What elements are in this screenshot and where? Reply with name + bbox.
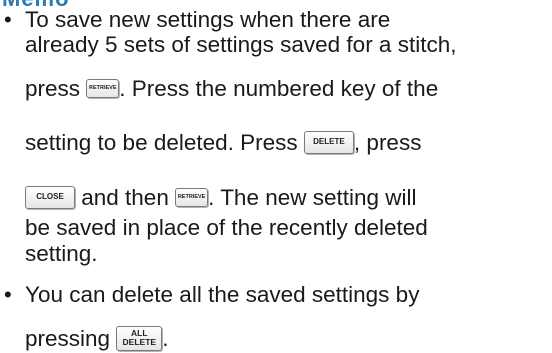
para1-line4-after: , press bbox=[353, 130, 422, 155]
bullet-2: • bbox=[4, 282, 12, 307]
para1-line3-after: . Press the numbered key of the bbox=[119, 76, 439, 101]
para1-line4-before: setting to be deleted. Press bbox=[25, 130, 304, 155]
para1-line3: press RETRIEVE. Press the numbered key o… bbox=[25, 76, 438, 102]
para1-line7: setting. bbox=[25, 241, 98, 266]
para1-line1: To save new settings when there are bbox=[25, 7, 391, 32]
all-delete-key: ALL DELETE bbox=[116, 325, 163, 351]
delete-key: DELETE bbox=[303, 130, 354, 154]
retrieve-key: RETRIEVE bbox=[86, 78, 120, 98]
para1-line5: CLOSE and then RETRIEVE. The new setting… bbox=[25, 185, 417, 211]
para2-line1: You can delete all the saved settings by bbox=[25, 282, 420, 307]
para1-line4: setting to be deleted. Press DELETE, pre… bbox=[25, 130, 421, 156]
para2-line2-after: . bbox=[162, 326, 169, 351]
para1-line6: be saved in place of the recently delete… bbox=[25, 215, 428, 240]
para2-line2: pressing ALL DELETE. bbox=[25, 325, 169, 353]
para1-line2: already 5 sets of settings saved for a s… bbox=[25, 32, 457, 57]
para1-line5-between: and then bbox=[75, 185, 176, 210]
para1-line3-before: press bbox=[25, 76, 87, 101]
all-delete-key-bottom: DELETE bbox=[122, 336, 157, 347]
para2-line2-before: pressing bbox=[25, 326, 117, 351]
close-key: CLOSE bbox=[25, 185, 75, 209]
bullet-1: • bbox=[4, 7, 12, 32]
para1-line5-after: . The new setting will bbox=[208, 185, 417, 210]
retrieve-key-2: RETRIEVE bbox=[175, 187, 209, 207]
